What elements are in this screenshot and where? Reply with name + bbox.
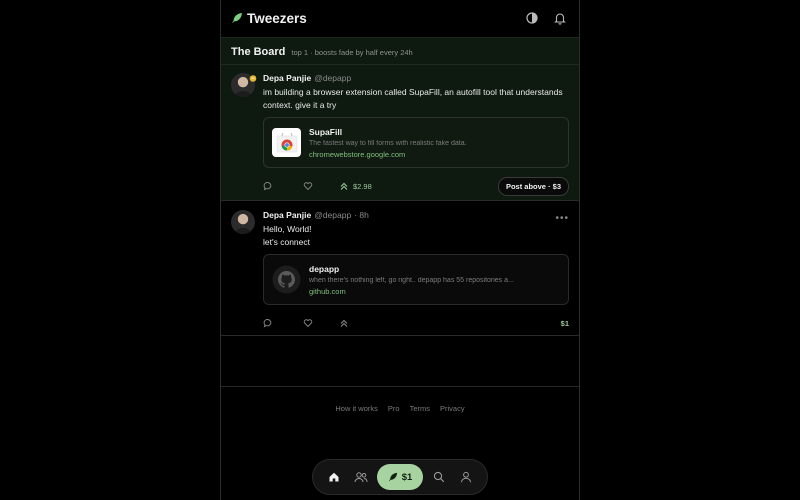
- home-icon: [329, 472, 339, 482]
- boost-button[interactable]: [339, 318, 349, 328]
- reply-button[interactable]: [263, 318, 303, 328]
- main-column: Tweezers The Board top 1 · boosts fade b…: [220, 0, 580, 500]
- link-description: The fastest way to fill forms with reali…: [309, 139, 467, 147]
- author-line: Depa Panjie @depapp · 8h: [263, 210, 569, 220]
- crown-icon: [249, 69, 257, 82]
- link-domain: github.com: [309, 286, 346, 296]
- nav-search-button[interactable]: [426, 463, 453, 491]
- bottom-nav-bar: $1: [312, 459, 488, 495]
- author-name[interactable]: Depa Panjie: [263, 73, 311, 83]
- heart-icon: [303, 182, 313, 191]
- feed-post[interactable]: Depa Panjie @depapp · 8h ••• Hello, Worl…: [221, 201, 579, 336]
- app-header: Tweezers: [221, 0, 579, 36]
- footer-links: How it works Pro Terms Privacy: [221, 404, 579, 413]
- link-title: SupaFill: [309, 126, 343, 137]
- link-title: depapp: [309, 263, 340, 274]
- link-preview-card[interactable]: depapp when there's nothing left, go rig…: [263, 254, 569, 305]
- post-actions: $1: [263, 314, 569, 332]
- avatar[interactable]: [231, 210, 255, 234]
- boost-chevrons-icon: [340, 319, 348, 327]
- link-description: when there's nothing left, go right.. de…: [309, 276, 514, 284]
- search-icon: [433, 471, 445, 483]
- the-board: The Board top 1 · boosts fade by half ev…: [221, 37, 579, 201]
- author-line: Depa Panjie @depapp: [263, 73, 569, 83]
- link-preview-card[interactable]: SupaFill The fastest way to fill forms w…: [263, 117, 569, 168]
- reply-button[interactable]: [263, 181, 303, 191]
- board-header: The Board top 1 · boosts fade by half ev…: [221, 38, 579, 65]
- nav-home-button[interactable]: [321, 463, 348, 491]
- app-title: Tweezers: [247, 10, 307, 26]
- footer-link-terms[interactable]: Terms: [410, 404, 430, 413]
- feather-logo-icon: [231, 12, 243, 24]
- boost-button[interactable]: $2.98: [339, 181, 372, 191]
- nav-following-button[interactable]: [348, 463, 375, 491]
- author-handle[interactable]: @depapp: [314, 73, 351, 83]
- like-button[interactable]: [303, 181, 339, 191]
- post-text: im building a browser extension called S…: [263, 87, 563, 110]
- footer-link-how-it-works[interactable]: How it works: [335, 404, 378, 413]
- boost-amount: $2.98: [353, 181, 372, 191]
- post-text: Hello, World! let's connect: [263, 224, 312, 247]
- post-above-button[interactable]: Post above · $3: [497, 176, 569, 196]
- post-time: · 8h: [354, 210, 369, 220]
- boost-chevrons-icon: [340, 182, 348, 190]
- divider: [221, 386, 579, 387]
- theme-toggle-icon[interactable]: [525, 11, 539, 25]
- chrome-web-store-icon: [272, 128, 301, 157]
- author-name[interactable]: Depa Panjie: [263, 210, 311, 220]
- reply-icon: [263, 319, 272, 328]
- reply-icon: [263, 182, 272, 191]
- feather-icon: [388, 472, 397, 481]
- footer-link-privacy[interactable]: Privacy: [440, 404, 465, 413]
- users-icon: [354, 472, 368, 483]
- new-post-price: $1: [401, 471, 413, 483]
- board-post[interactable]: Depa Panjie @depapp im building a browse…: [221, 65, 579, 196]
- new-post-button[interactable]: $1: [377, 464, 423, 490]
- author-handle[interactable]: @depapp: [314, 210, 351, 220]
- link-domain: chromewebstore.google.com: [309, 149, 406, 159]
- notifications-bell-icon[interactable]: [553, 11, 567, 25]
- nav-profile-button[interactable]: [452, 463, 479, 491]
- heart-icon: [303, 319, 313, 328]
- post-price[interactable]: $1: [561, 319, 569, 328]
- user-icon: [460, 471, 471, 483]
- like-button[interactable]: [303, 318, 339, 328]
- board-title: The Board: [231, 46, 286, 58]
- github-icon: [272, 265, 301, 294]
- more-options-icon[interactable]: •••: [555, 213, 569, 224]
- board-subtitle: top 1 · boosts fade by half every 24h: [291, 48, 413, 57]
- post-actions: $2.98 Post above · $3: [263, 176, 569, 196]
- footer-link-pro[interactable]: Pro: [388, 404, 400, 413]
